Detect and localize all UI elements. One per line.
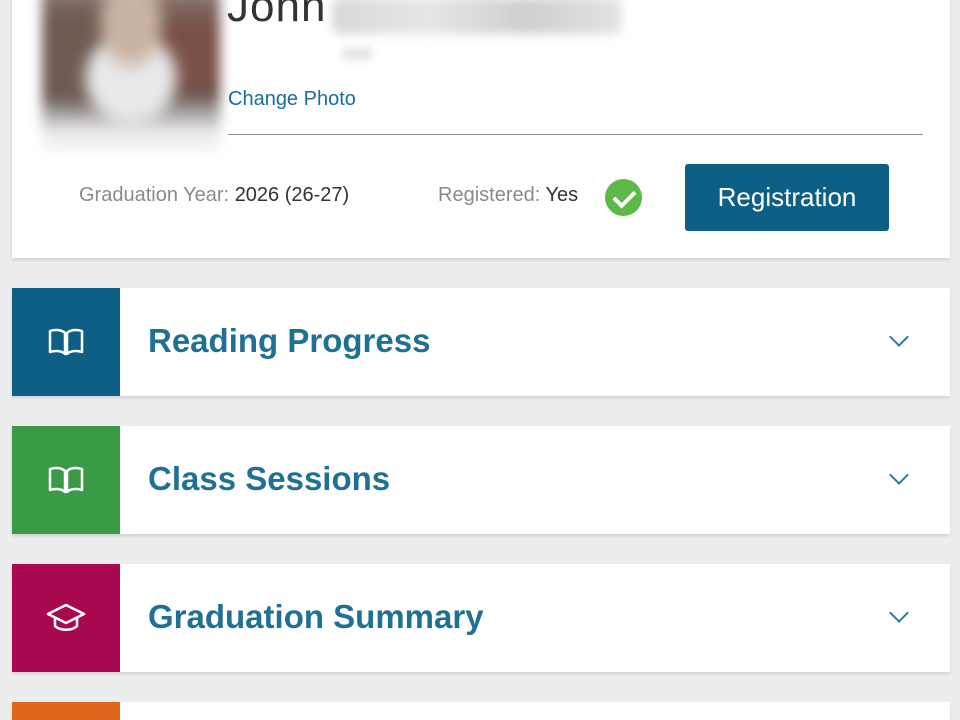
registration-button[interactable]: Registration bbox=[685, 164, 889, 231]
chevron-down-icon[interactable] bbox=[889, 327, 909, 347]
section-graduation-summary[interactable]: Graduation Summary bbox=[12, 564, 950, 672]
section-title: Graduation Summary bbox=[148, 598, 484, 635]
section-icon-block bbox=[12, 426, 120, 534]
section-icon-block bbox=[12, 288, 120, 396]
graduation-year-value: 2026 (26-27) bbox=[234, 184, 350, 206]
student-last-name-redacted bbox=[332, 0, 622, 34]
change-photo-link[interactable]: Change Photo bbox=[228, 88, 356, 111]
registered-value: Yes bbox=[545, 184, 579, 206]
chevron-down-icon[interactable] bbox=[889, 465, 909, 485]
section-title: Reading Progress bbox=[148, 322, 431, 359]
section-reading-progress[interactable]: Reading Progress bbox=[12, 288, 950, 396]
registered-status: Registered: Yes bbox=[438, 184, 578, 207]
student-first-name: John bbox=[227, 0, 327, 31]
section-class-sessions[interactable]: Class Sessions bbox=[12, 426, 950, 534]
section-title: Class Sessions bbox=[148, 460, 391, 497]
graduation-cap-icon bbox=[46, 603, 86, 631]
chevron-down-icon[interactable] bbox=[889, 603, 909, 623]
profile-card: John Change Photo Graduation Year: 2026 … bbox=[12, 0, 950, 258]
section-partial[interactable] bbox=[12, 702, 950, 720]
divider bbox=[228, 134, 923, 135]
book-icon bbox=[48, 466, 84, 494]
section-icon-block bbox=[12, 702, 120, 720]
check-circle-icon bbox=[605, 179, 642, 216]
redacted-detail bbox=[342, 48, 372, 60]
graduation-year-label: Graduation Year: bbox=[79, 184, 230, 206]
section-icon-block bbox=[12, 564, 120, 672]
registered-label: Registered: bbox=[438, 184, 541, 206]
profile-photo bbox=[42, 0, 220, 150]
book-icon bbox=[48, 328, 84, 356]
graduation-year: Graduation Year: 2026 (26-27) bbox=[79, 184, 349, 207]
